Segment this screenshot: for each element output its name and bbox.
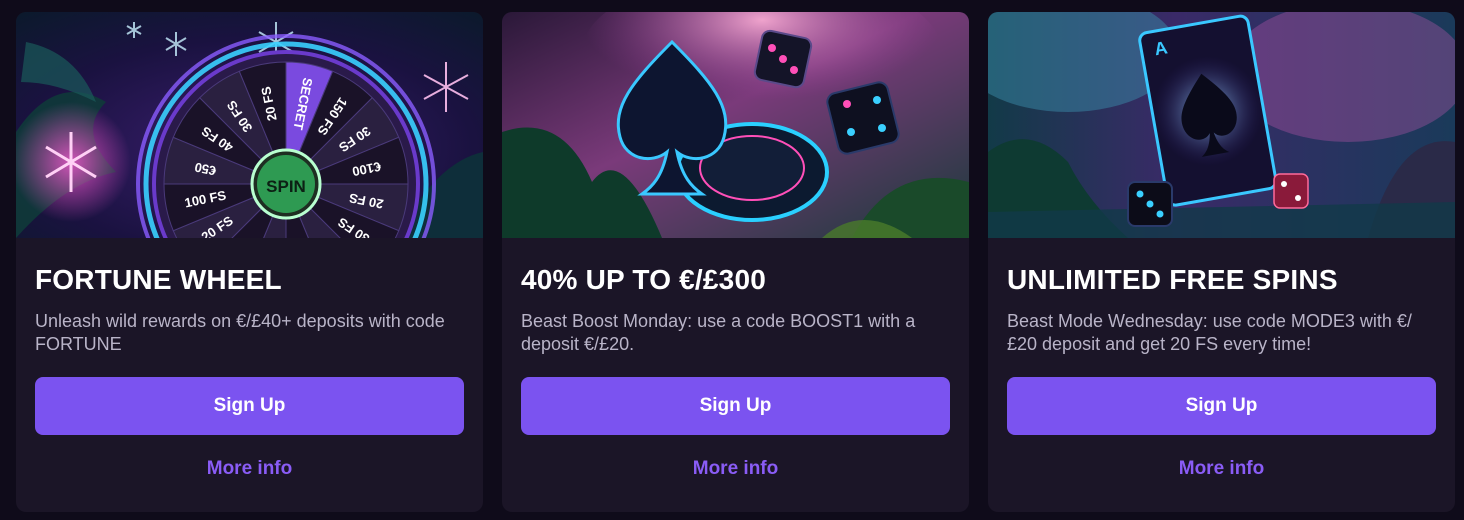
promotions-grid: SECRET150 FS30 FS€10020 FS30 FS80 FS€500…	[16, 12, 1456, 512]
promo-description: Unleash wild rewards on €/£40+ deposits …	[35, 311, 445, 354]
promo-card-fortune-wheel: SECRET150 FS30 FS€10020 FS30 FS80 FS€500…	[16, 12, 483, 512]
fortune-wheel-illustration: SECRET150 FS30 FS€10020 FS30 FS80 FS€500…	[16, 12, 483, 238]
ace-card-illustration: A	[988, 12, 1455, 238]
promo-title: UNLIMITED FREE SPINS	[1007, 264, 1338, 295]
promo-card-unlimited-spins: A UNLIMITED FREE SPINS Beast Mode Wednes…	[988, 12, 1455, 512]
more-info-link[interactable]: More info	[521, 457, 950, 481]
sign-up-button[interactable]: Sign Up	[521, 377, 950, 435]
promo-description: Beast Mode Wednesday: use code MODE3 wit…	[1007, 311, 1412, 354]
sign-up-button[interactable]: Sign Up	[35, 377, 464, 435]
spade-dice-illustration	[502, 12, 969, 238]
sign-up-button[interactable]: Sign Up	[1007, 377, 1436, 435]
ace-of-spades-image: A	[988, 12, 1455, 238]
promo-title: 40% UP TO €/£300	[521, 264, 766, 295]
more-info-link[interactable]: More info	[1007, 457, 1436, 481]
promo-card-beast-boost: 40% UP TO €/£300 Beast Boost Monday: use…	[502, 12, 969, 512]
promo-title: FORTUNE WHEEL	[35, 264, 282, 295]
spin-label: SPIN	[266, 177, 306, 196]
spade-dice-image	[502, 12, 969, 238]
more-info-link[interactable]: More info	[35, 457, 464, 481]
promo-description: Beast Boost Monday: use a code BOOST1 wi…	[521, 311, 916, 354]
fortune-wheel-image: SECRET150 FS30 FS€10020 FS30 FS80 FS€500…	[16, 12, 483, 238]
